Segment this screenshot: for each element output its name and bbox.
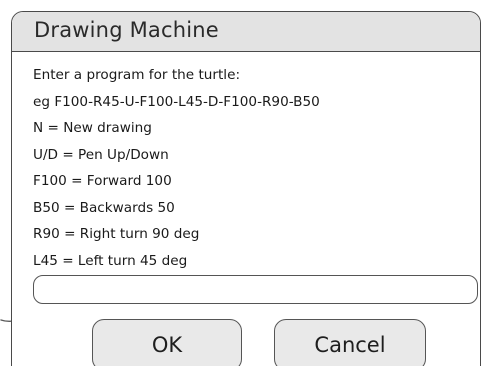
instruction-line: U/D = Pen Up/Down — [33, 146, 169, 163]
instruction-line: B50 = Backwards 50 — [33, 199, 175, 216]
instruction-line: eg F100-R45-U-F100-L45-D-F100-R90-B50 — [33, 93, 320, 110]
dialog-titlebar: Drawing Machine — [12, 12, 480, 52]
dialog-title: Drawing Machine — [34, 18, 219, 42]
cancel-button[interactable]: Cancel — [274, 319, 426, 366]
canvas: Drawing Machine Enter a program for the … — [0, 0, 494, 366]
drawing-machine-dialog: Drawing Machine Enter a program for the … — [11, 11, 481, 366]
program-input[interactable] — [33, 275, 478, 304]
instruction-line: F100 = Forward 100 — [33, 173, 172, 189]
instruction-line: L45 = Left turn 45 deg — [33, 252, 188, 269]
instruction-line: Enter a program for the turtle: — [33, 67, 241, 83]
instructions-list: Enter a program for the turtle: eg F100-… — [33, 62, 320, 274]
ok-button[interactable]: OK — [92, 319, 242, 366]
instruction-line: R90 = Right turn 90 deg — [33, 226, 200, 242]
instruction-line: N = New drawing — [33, 120, 152, 136]
